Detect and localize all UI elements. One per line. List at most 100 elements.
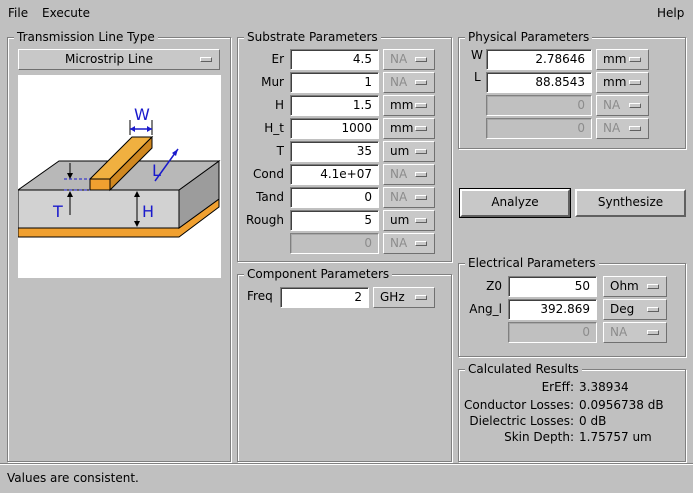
t-input[interactable]: 35 <box>290 141 379 162</box>
result-value-dielectric-losses: 0 dB <box>579 414 607 428</box>
option-menu-indicator-icon <box>647 330 659 335</box>
status-separator <box>0 463 693 465</box>
menu-execute[interactable]: Execute <box>42 6 90 20</box>
option-menu-indicator-icon <box>415 80 427 85</box>
transmission-line-select[interactable]: Microstrip Line <box>18 49 220 70</box>
l-unit-select[interactable]: mm <box>596 72 649 93</box>
option-menu-indicator-icon <box>415 295 427 300</box>
substrate-label-er: Er <box>271 52 284 66</box>
freq-unit-select[interactable]: GHz <box>373 287 435 308</box>
result-value-conductor-losses: 0.0956738 dB <box>579 398 664 412</box>
option-menu-indicator-icon <box>415 149 427 154</box>
calculated-results-group: Calculated Results <box>458 363 686 462</box>
substrate-label-mur: Mur <box>261 75 284 89</box>
h-unit-value: mm <box>390 98 414 112</box>
substrate-label-tand: Tand <box>256 190 284 204</box>
l-unit-value: mm <box>603 75 627 89</box>
calculated-results-title: Calculated Results <box>465 363 582 375</box>
result-label-dielectric-losses: Dielectric Losses: <box>469 414 574 428</box>
substrate-parameters-title: Substrate Parameters <box>244 31 381 43</box>
ang-l-unit-value: Deg <box>610 302 635 316</box>
substrate-extra-input: 0 <box>290 233 379 254</box>
electrical-extra-unit-select: NA <box>603 322 667 343</box>
tand-unit-select[interactable]: NA <box>383 187 435 208</box>
l-input[interactable]: 88.8543 <box>486 72 592 93</box>
substrate-label-t: T <box>276 144 284 158</box>
ang-l-unit-select[interactable]: Deg <box>603 299 667 320</box>
physical-parameters-title: Physical Parameters <box>465 31 593 43</box>
physical-extra-input-1: 0 <box>486 95 592 116</box>
substrate-extra-unit-select: NA <box>383 233 435 254</box>
physical-extra-input-2: 0 <box>486 118 592 139</box>
rough-unit-value: um <box>390 213 410 227</box>
component-parameters-title: Component Parameters <box>244 268 393 280</box>
z0-unit-value: Ohm <box>610 279 639 293</box>
result-label-ereff: ErEff: <box>541 380 574 394</box>
substrate-front <box>17 189 180 229</box>
t-unit-select[interactable]: um <box>383 141 435 162</box>
substrate-label-cond: Cond <box>253 167 284 181</box>
result-label-conductor-losses: Conductor Losses: <box>464 398 574 412</box>
er-unit-select[interactable]: NA <box>383 49 435 70</box>
h-t-unit-value: mm <box>390 121 414 135</box>
option-menu-indicator-icon <box>629 103 641 108</box>
option-menu-indicator-icon <box>415 218 427 223</box>
option-menu-indicator-icon <box>629 126 641 131</box>
mur-unit-select[interactable]: NA <box>383 72 435 93</box>
menu-file[interactable]: File <box>8 6 28 20</box>
strip-front <box>89 178 111 191</box>
result-value-ereff: 3.38934 <box>579 380 629 394</box>
w-input[interactable]: 2.78646 <box>486 49 592 70</box>
substrate-label-h: H <box>274 98 284 112</box>
result-label-skin-depth: Skin Depth: <box>504 430 574 444</box>
physical-extra-unit-value-1: NA <box>603 98 621 112</box>
h-unit-select[interactable]: mm <box>383 95 435 116</box>
z0-unit-select[interactable]: Ohm <box>603 276 667 297</box>
option-menu-indicator-icon <box>647 284 659 289</box>
freq-unit-value: GHz <box>380 290 405 304</box>
substrate-label-h-t: H_t <box>264 121 284 135</box>
option-menu-indicator-icon <box>629 57 641 62</box>
h-input[interactable]: 1.5 <box>290 95 379 116</box>
h-t-unit-select[interactable]: mm <box>383 118 435 139</box>
rough-input[interactable]: 5 <box>290 210 379 231</box>
menu-bar: File Execute Help <box>0 0 693 26</box>
microstrip-diagram-svg: W L T H <box>16 105 221 238</box>
cond-unit-value: NA <box>390 167 408 181</box>
mur-input[interactable]: 1 <box>290 72 379 93</box>
option-menu-indicator-icon <box>415 195 427 200</box>
menu-help[interactable]: Help <box>657 6 684 20</box>
transmission-line-select-value: Microstrip Line <box>65 52 153 66</box>
l-label: L <box>152 161 161 180</box>
electrical-extra-unit-value: NA <box>610 325 628 339</box>
freq-input[interactable]: 2 <box>280 287 369 308</box>
h-label: H <box>142 202 154 221</box>
option-menu-indicator-icon <box>415 241 427 246</box>
electrical-extra-input: 0 <box>508 322 597 343</box>
physical-extra-unit-value-2: NA <box>603 121 621 135</box>
cond-input[interactable]: 4.1e+07 <box>290 164 379 185</box>
t-unit-value: um <box>390 144 410 158</box>
electrical-label-z0: Z0 <box>486 279 502 293</box>
analyze-button[interactable]: Analyze <box>459 188 571 218</box>
tand-unit-value: NA <box>390 190 408 204</box>
ang-l-input[interactable]: 392.869 <box>508 299 597 320</box>
option-menu-indicator-icon <box>415 57 427 62</box>
tand-input[interactable]: 0 <box>290 187 379 208</box>
synthesize-button[interactable]: Synthesize <box>575 189 686 217</box>
status-message: Values are consistent. <box>7 471 139 485</box>
option-menu-indicator-icon <box>415 172 427 177</box>
substrate-label-rough: Rough <box>246 213 284 227</box>
physical-label-w: W <box>471 48 483 62</box>
transmission-line-type-title: Transmission Line Type <box>14 31 158 43</box>
h-t-input[interactable]: 1000 <box>290 118 379 139</box>
physical-extra-unit-select-2: NA <box>596 118 649 139</box>
er-input[interactable]: 4.5 <box>290 49 379 70</box>
cond-unit-select[interactable]: NA <box>383 164 435 185</box>
z0-input[interactable]: 50 <box>508 276 597 297</box>
w-unit-select[interactable]: mm <box>596 49 649 70</box>
substrate-extra-unit-value: NA <box>390 236 408 250</box>
rough-unit-select[interactable]: um <box>383 210 435 231</box>
t-label: T <box>52 202 63 221</box>
option-menu-indicator-icon <box>629 80 641 85</box>
